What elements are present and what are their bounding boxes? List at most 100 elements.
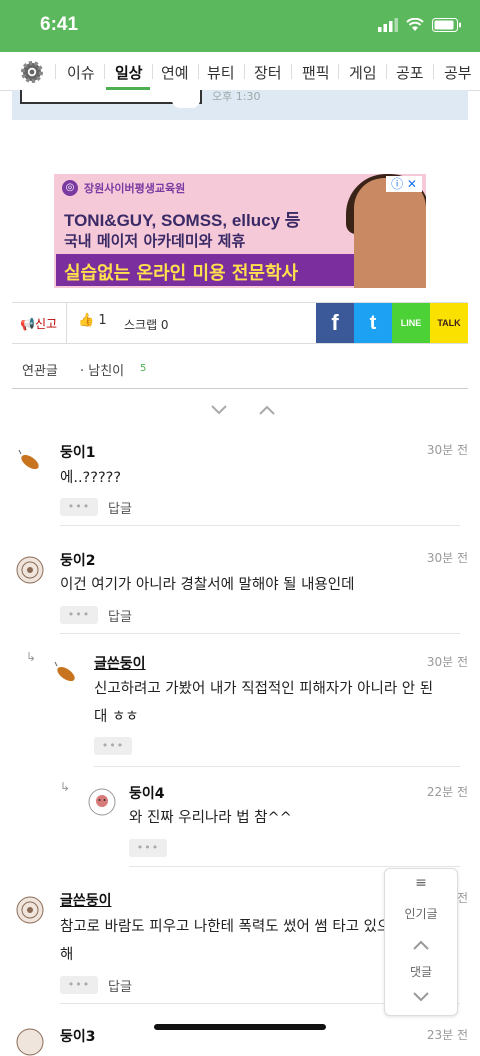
comment-text: 신고하려고 가봤어 내가 직접적인 피해자가 아니라 안 된 [94,681,434,697]
tab-separator [433,64,434,79]
comment-nickname: 둥이4 [129,786,165,802]
status-time: 6:41 [40,14,79,35]
report-button[interactable]: 📢신고 [20,315,57,332]
menu-icon[interactable]: ≡ [385,875,457,891]
avatar-seal-icon [16,896,44,924]
comment-nickname: 둥이3 [60,1029,96,1045]
tab-daily[interactable]: 일상 [115,62,143,83]
ad-model-image [354,178,426,288]
ad-brand: 장원사이버평생교육원 [84,182,186,195]
tab-separator [291,64,292,79]
post-action-bar: 📢신고 👍 1 스크랩 0 f t LINE TALK [12,302,468,344]
tab-beauty[interactable]: 뷰티 [207,62,235,83]
wifi-icon [406,18,424,31]
tab-fanfic[interactable]: 팬픽 [302,62,330,83]
ad-logo-icon: ◎ [62,180,78,196]
related-count: 5 [140,363,147,374]
tab-separator [55,64,56,79]
action-separator [66,303,67,343]
thumbs-up-icon: 👍 [78,313,95,328]
comment-divider [60,633,460,634]
comment-more-button[interactable]: ••• [60,606,98,624]
tab-issue[interactable]: 이슈 [67,62,95,83]
avatar-seal-icon [16,1028,44,1056]
facebook-share-button[interactable]: f [316,303,354,343]
megaphone-icon: 📢 [20,317,35,331]
like-button[interactable]: 👍 1 [78,313,107,328]
ad-cta-text: 실습없는 온라인 미용 전문학사 [64,263,299,284]
chevron-down-icon[interactable] [412,991,430,1003]
comment-divider [94,766,460,767]
tab-separator [244,64,245,79]
home-indicator[interactable] [154,1024,326,1030]
tab-separator [386,64,387,79]
tab-market[interactable]: 장터 [254,62,282,83]
chevron-up-icon[interactable] [412,939,430,951]
tab-horror[interactable]: 공포 [396,62,424,83]
post-image-time: 오후 1:30 [212,90,261,103]
battery-icon [432,18,461,32]
comment-time: 30분 전 [426,443,468,457]
ad-banner[interactable]: ◎ 장원사이버평생교육원 TONI&GUY, SOMSS, ellucy 등 국… [54,174,426,288]
tab-separator [338,64,339,79]
post-image-blob [172,92,200,108]
scrap-button[interactable]: 스크랩 0 [124,316,169,333]
tab-separator [152,64,153,79]
avatar-seal-icon [16,556,44,584]
comment-more-button[interactable]: ••• [60,976,98,994]
chevron-down-icon[interactable] [210,404,228,416]
comment-text: 참고로 바람도 피우고 나한테 폭력도 썼어 썸 타고 있으면 조심 [60,919,435,935]
ad-subheadline: 국내 메이저 아카데미와 제휴 [64,232,246,250]
post-image-card: 오후 1:30 [12,90,468,120]
status-bar: 6:41 [0,0,480,52]
comment-more-button[interactable]: ••• [94,737,132,755]
comments-button[interactable]: 댓글 [385,963,457,980]
category-tabs: 이슈 일상 연예 뷰티 장터 팬픽 게임 공포 공부 [0,52,480,91]
comment-nickname: 둥이1 [60,445,96,461]
comment-more-button[interactable]: ••• [60,498,98,516]
comment-reply-button[interactable]: 답글 [108,498,132,517]
ad-cta-strip: 실습없는 온라인 미용 전문학사 [56,254,356,286]
reply-arrow-icon: ↳ [60,780,71,794]
comment-time: 22분 전 [426,785,468,799]
reply-arrow-icon: ↳ [26,650,37,664]
comment-more-button[interactable]: ••• [129,839,167,857]
related-label: 연관글 [22,364,58,379]
report-label: 신고 [34,317,58,331]
comment-reply-button[interactable]: 답글 [108,606,132,625]
ad-headline: TONI&GUY, SOMSS, ellucy 등 [64,211,301,230]
comment-nickname: 글쓴둥이 [94,656,146,672]
twitter-share-button[interactable]: t [354,303,392,343]
related-tag-text: 남친이 [88,364,125,379]
comment-nickname: 둥이2 [60,553,96,569]
tab-entertainment[interactable]: 연예 [161,62,189,83]
status-icons [378,18,462,32]
like-count: 1 [98,313,107,328]
gear-icon[interactable] [20,60,44,84]
line-share-button[interactable]: LINE [392,303,430,343]
related-tag[interactable]: · 남친이 [80,360,124,379]
comment-text: 이건 여기가 아니라 경찰서에 말해야 될 내용인데 [60,577,355,593]
avatar-shrimp-icon [54,661,75,682]
floating-nav: ≡ 인기글 댓글 [384,868,458,1016]
comment-reply-button[interactable]: 답글 [108,976,132,995]
comment-text-line2: 대 ㅎㅎ [94,709,139,725]
comment-time: 30분 전 [426,551,468,565]
ad-close-icon[interactable]: ⓘ ✕ [386,176,422,192]
comment-time: 23분 전 [426,1028,468,1042]
related-posts: 연관글 · 남친이 5 [12,352,468,389]
avatar-bear-icon [88,788,116,816]
popular-posts-button[interactable]: 인기글 [385,905,457,922]
comment-text: 에..????? [60,470,122,486]
comment-text: 와 진짜 우리나라 법 참^^ [129,810,292,826]
chevron-up-icon[interactable] [258,404,276,416]
comment-text-line2: 해 [60,947,74,963]
tab-separator [104,64,105,79]
tab-study[interactable]: 공부 [444,62,472,83]
kakaotalk-share-button[interactable]: TALK [430,303,468,343]
comment-divider [129,866,460,867]
avatar-shrimp-icon [18,449,39,470]
tab-game[interactable]: 게임 [349,62,377,83]
tab-separator [198,64,199,79]
comment-nickname: 글쓴둥이 [60,893,112,909]
